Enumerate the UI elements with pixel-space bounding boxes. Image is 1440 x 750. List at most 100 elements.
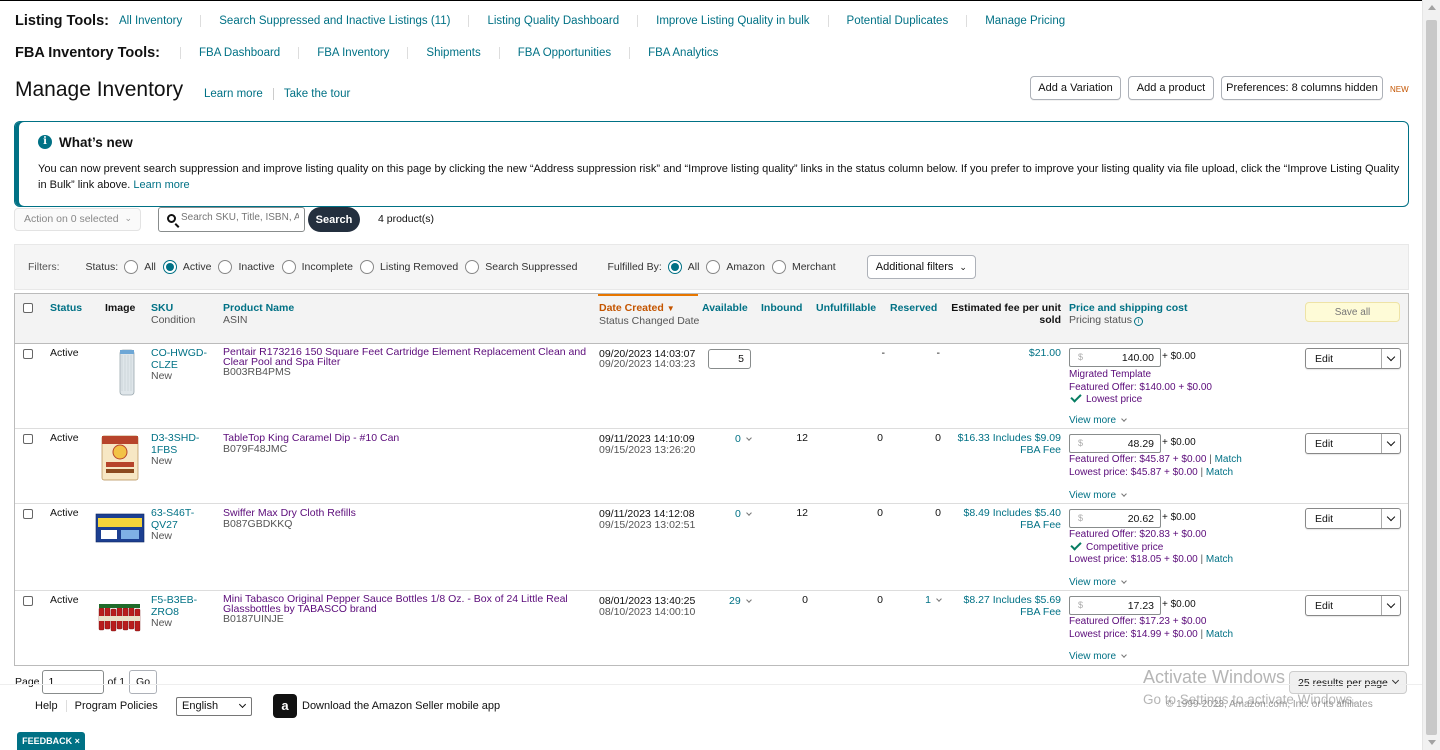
row-sku[interactable]: 63-S46T-QV27	[151, 507, 211, 531]
status-active-radio[interactable]: Active	[162, 260, 211, 274]
view-more-link[interactable]: View more	[1069, 490, 1127, 502]
row-product-title[interactable]: Mini Tabasco Original Pepper Sauce Bottl…	[223, 594, 593, 614]
status-filter-label: Status:	[85, 261, 119, 273]
select-all-checkbox[interactable]	[23, 303, 33, 313]
take-tour-link[interactable]: Take the tour	[284, 88, 350, 100]
whats-new-learn-more[interactable]: Learn more	[133, 179, 189, 191]
product-image-swiffer[interactable]	[95, 512, 145, 544]
row-reserved[interactable]: 1	[905, 594, 942, 607]
results-per-page-select[interactable]: 25 results per page	[1289, 671, 1407, 694]
status-listing-removed-radio[interactable]: Listing Removed	[360, 260, 458, 274]
col-sku[interactable]: SKU Condition	[151, 302, 195, 326]
info-icon[interactable]: i	[1134, 317, 1144, 326]
fulfilled-amazon-radio[interactable]: Amazon	[706, 260, 765, 274]
scroll-up-arrow-icon[interactable]	[1428, 5, 1436, 10]
link-manage-pricing[interactable]: Manage Pricing	[966, 15, 1083, 27]
price-input[interactable]: $20.62	[1069, 509, 1161, 528]
page-number-input[interactable]	[41, 670, 104, 694]
col-available[interactable]: Available	[702, 302, 748, 314]
search-input[interactable]	[181, 212, 299, 223]
link-fba-dashboard[interactable]: FBA Dashboard	[180, 47, 298, 59]
match-link[interactable]: Match	[1215, 454, 1242, 465]
col-price[interactable]: Price and shipping cost Pricing status i	[1069, 302, 1187, 326]
chevron-down-icon[interactable]	[1381, 509, 1400, 528]
add-variation-button[interactable]: Add a Variation	[1030, 76, 1121, 100]
link-potential-duplicates[interactable]: Potential Duplicates	[827, 15, 967, 27]
edit-button[interactable]: Edit	[1305, 433, 1401, 454]
status-all-radio[interactable]: All	[124, 260, 156, 274]
feedback-button[interactable]: FEEDBACK ×	[17, 732, 85, 750]
row-product-title[interactable]: Pentair R173216 150 Square Feet Cartridg…	[223, 347, 593, 367]
col-date-created[interactable]: Date Created ▼ Status Changed Date	[599, 302, 699, 327]
amazon-app-icon[interactable]: a	[273, 694, 297, 718]
row-checkbox[interactable]	[23, 434, 33, 444]
row-available[interactable]: 0	[735, 433, 752, 446]
link-shipments[interactable]: Shipments	[407, 47, 498, 59]
price-input[interactable]: $17.23	[1069, 596, 1161, 615]
status-search-suppressed-radio[interactable]: Search Suppressed	[465, 260, 577, 274]
match-link[interactable]: Match	[1206, 554, 1233, 565]
link-fba-opportunities[interactable]: FBA Opportunities	[498, 47, 629, 59]
link-all-inventory[interactable]: All Inventory	[117, 15, 200, 27]
bulk-action-select[interactable]: Action on 0 selected ⌄	[14, 208, 141, 231]
edit-button[interactable]: Edit	[1305, 348, 1401, 369]
col-status[interactable]: Status	[50, 302, 82, 314]
col-reserved[interactable]: Reserved	[890, 302, 937, 314]
add-product-button[interactable]: Add a product	[1128, 76, 1214, 100]
link-search-suppressed[interactable]: Search Suppressed and Inactive Listings …	[200, 15, 468, 27]
status-inactive-radio[interactable]: Inactive	[218, 260, 275, 274]
scroll-down-arrow-icon[interactable]	[1428, 740, 1436, 745]
row-fee[interactable]: $8.49 Includes $5.40 FBA Fee	[949, 507, 1062, 531]
view-more-link[interactable]: View more	[1069, 651, 1127, 663]
row-sku[interactable]: D3-3SHD-1FBS	[151, 432, 211, 456]
link-listing-quality-dashboard[interactable]: Listing Quality Dashboard	[468, 15, 637, 27]
edit-button[interactable]: Edit	[1305, 508, 1401, 529]
chevron-down-icon[interactable]	[1381, 596, 1400, 615]
learn-more-link[interactable]: Learn more	[204, 88, 263, 100]
row-checkbox[interactable]	[23, 349, 33, 359]
product-image-tabasco[interactable]	[97, 598, 145, 636]
col-unfulfillable[interactable]: Unfulfillable	[816, 302, 876, 314]
row-available[interactable]: 29	[729, 595, 752, 608]
link-fba-analytics[interactable]: FBA Analytics	[629, 47, 736, 59]
chevron-down-icon[interactable]	[1381, 349, 1400, 368]
col-inbound[interactable]: Inbound	[761, 302, 802, 314]
edit-button[interactable]: Edit	[1305, 595, 1401, 616]
preferences-button[interactable]: Preferences: 8 columns hidden	[1221, 76, 1383, 100]
program-policies-link[interactable]: Program Policies	[65, 700, 166, 712]
col-product-name[interactable]: Product Name ASIN	[223, 302, 294, 326]
download-app-link[interactable]: Download the Amazon Seller mobile app	[302, 700, 500, 712]
row-checkbox[interactable]	[23, 596, 33, 606]
link-fba-inventory[interactable]: FBA Inventory	[298, 47, 407, 59]
product-image-pool-filter[interactable]	[107, 347, 147, 397]
row-checkbox[interactable]	[23, 509, 33, 519]
status-incomplete-radio[interactable]: Incomplete	[281, 260, 353, 274]
go-button[interactable]: Go	[129, 670, 158, 694]
row-sku[interactable]: F5-B3EB-ZRO8	[151, 594, 211, 618]
row-sku[interactable]: CO-HWGD-CLZE	[151, 347, 211, 371]
link-improve-listing-quality[interactable]: Improve Listing Quality in bulk	[637, 15, 827, 27]
vertical-scrollbar[interactable]	[1422, 0, 1440, 750]
product-image-caramel-dip[interactable]	[100, 433, 140, 483]
price-input[interactable]: $140.00	[1069, 348, 1161, 367]
search-button[interactable]: Search	[308, 207, 360, 232]
fulfilled-merchant-radio[interactable]: Merchant	[771, 260, 836, 274]
match-link[interactable]: Match	[1206, 629, 1233, 640]
match-link[interactable]: Match	[1206, 467, 1233, 478]
additional-filters-button[interactable]: Additional filters ⌄	[866, 255, 976, 279]
row-fee[interactable]: $21.00	[949, 347, 1061, 360]
scrollbar-thumb[interactable]	[1426, 20, 1437, 735]
view-more-link[interactable]: View more	[1069, 415, 1127, 427]
fulfilled-all-radio[interactable]: All	[667, 260, 699, 274]
row-fee[interactable]: $16.33 Includes $9.09 FBA Fee	[949, 432, 1061, 456]
chevron-down-icon[interactable]	[1381, 434, 1400, 453]
available-quantity-input[interactable]: 5	[708, 349, 751, 369]
row-fee[interactable]: $8.27 Includes $5.69 FBA Fee	[949, 594, 1062, 618]
save-all-button[interactable]: Save all	[1305, 302, 1400, 322]
view-more-link[interactable]: View more	[1069, 577, 1127, 589]
search-field[interactable]	[158, 207, 305, 232]
price-input[interactable]: $48.29	[1069, 434, 1161, 453]
help-link[interactable]: Help	[35, 700, 66, 712]
row-available[interactable]: 0	[735, 508, 752, 521]
language-select[interactable]: English	[176, 697, 252, 716]
